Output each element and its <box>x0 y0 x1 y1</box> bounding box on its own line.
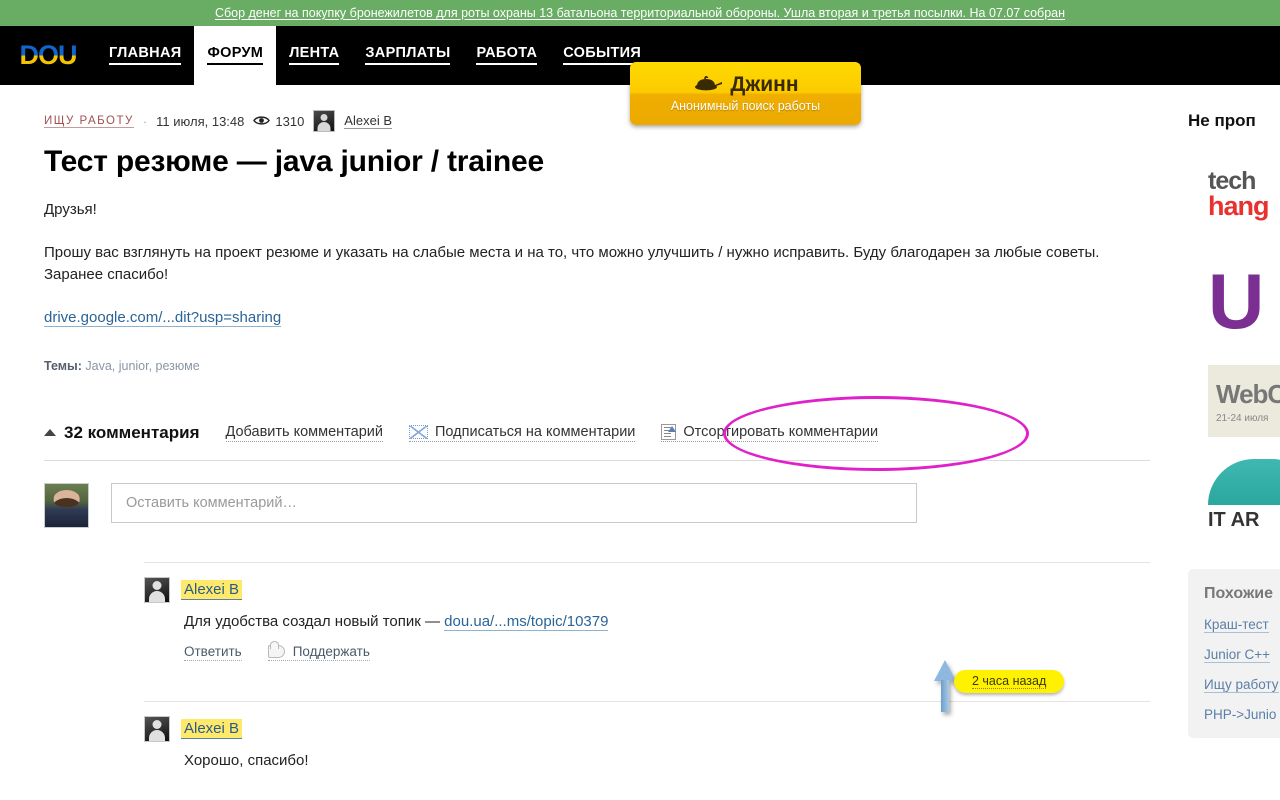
divider <box>144 561 1150 563</box>
collapse-comments-caret-icon[interactable] <box>44 429 56 436</box>
comment-text-content: Для удобства создал новый топик — <box>184 612 445 630</box>
author-avatar <box>313 110 336 132</box>
subscribe-comments-link[interactable]: Подписаться на комментарии <box>409 423 636 442</box>
post-paragraph-body: Прошу вас взглянуть на проект резюме и у… <box>44 243 1100 284</box>
meta-separator: · <box>142 113 148 129</box>
sort-label: Отсортировать комментарии <box>683 423 879 440</box>
promo-tech-hangout[interactable]: tech hang <box>1208 153 1280 237</box>
comment-item: Alexei B Хорошо, спасибо! <box>44 715 1180 769</box>
nav-item-salaries[interactable]: ЗАРПЛАТЫ <box>352 26 463 85</box>
promo-u-best[interactable]: U <box>1208 259 1280 343</box>
nav-item-jobs[interactable]: РАБОТА <box>463 26 550 85</box>
support-link[interactable]: Поддержать <box>267 640 370 661</box>
comment-item: Alexei B Для удобства создал новый топик… <box>44 576 1180 661</box>
promo-line-1: WebC <box>1216 378 1280 409</box>
post-resume-link[interactable]: drive.google.com/...dit?usp=sharing <box>44 309 282 327</box>
comments-count-label: 32 комментария <box>64 422 200 442</box>
nav-label: ЛЕНТА <box>289 45 340 65</box>
support-label: Поддержать <box>292 643 370 659</box>
main-column: ИЩУ РАБОТУ · 11 июля, 13:48 1310 Alexei … <box>0 85 1180 800</box>
right-sidebar: Не проп tech hang U WebC 21-24 июля IT A… <box>1180 85 1280 800</box>
comment-input[interactable] <box>111 482 917 523</box>
reply-label: Ответить <box>184 643 242 659</box>
similar-topic-link[interactable]: Краш-тест <box>1204 617 1269 633</box>
nav-label: ФОРУМ <box>207 45 264 65</box>
similar-topic-link[interactable]: Ищу работу <box>1204 677 1279 693</box>
comment-separator-2 <box>44 700 1180 702</box>
promo-line-2: 21-24 июля <box>1216 412 1269 424</box>
subscribe-label: Подписаться на комментарии <box>435 423 636 440</box>
similar-topic-link[interactable]: Junior C++ <box>1204 647 1271 663</box>
mail-icon <box>409 424 428 439</box>
comment-header: Alexei B <box>144 715 1180 742</box>
promo-it-arena[interactable]: IT AR <box>1208 459 1280 543</box>
comment-separator-1 <box>44 561 1180 563</box>
comment-inline-link[interactable]: dou.ua/...ms/topic/10379 <box>444 612 609 631</box>
dou-logo[interactable]: DOU <box>0 26 96 85</box>
promo-text: U <box>1208 259 1264 343</box>
promo-webcamp[interactable]: WebC 21-24 июля <box>1208 365 1280 437</box>
comment-timestamp-badge: 2 часа назад <box>954 670 1065 693</box>
sort-icon <box>661 423 677 440</box>
comment-author-link[interactable]: Alexei B <box>181 718 243 739</box>
add-comment-label: Добавить комментарий <box>225 423 384 440</box>
post-topics: Темы: Java, junior, резюме <box>44 359 1180 373</box>
thumbs-up-icon <box>267 640 285 658</box>
page-title: Тест резюме — java junior / trainee <box>44 145 544 178</box>
divider <box>144 700 1150 702</box>
eye-icon <box>253 114 271 129</box>
nav-label: РАБОТА <box>476 45 538 65</box>
nav-label: ЗАРПЛАТЫ <box>365 45 451 65</box>
annotation-arrow-up <box>934 660 956 712</box>
arrow-shaft <box>941 680 949 712</box>
arrow-head <box>934 660 956 681</box>
donation-banner-text: Сбор денег на покупку бронежилетов для р… <box>214 6 1066 20</box>
page-body: ИЩУ РАБОТУ · 11 июля, 13:48 1310 Alexei … <box>0 85 1280 800</box>
post-author-link[interactable]: Alexei B <box>344 113 392 129</box>
sidebar-title: Не проп <box>1188 111 1256 130</box>
comment-timestamp: 2 часа назад <box>972 674 1047 689</box>
post-views-count: 1310 <box>275 113 305 129</box>
reply-link[interactable]: Ответить <box>184 644 242 661</box>
post-topics-label: Темы: <box>44 358 82 373</box>
post-paragraph-greeting: Друзья! <box>44 201 97 218</box>
post-category-link[interactable]: ИЩУ РАБОТУ <box>44 115 134 128</box>
promo-text: IT AR <box>1208 509 1260 531</box>
current-user-avatar <box>44 482 89 528</box>
it-arena-dome-icon <box>1208 459 1280 505</box>
nav-item-forum[interactable]: ФОРУМ <box>194 26 277 85</box>
donation-banner[interactable]: Сбор денег на покупку бронежилетов для р… <box>0 0 1280 26</box>
site-navigation: DOU ГЛАВНАЯ ФОРУМ ЛЕНТА ЗАРПЛАТЫ РАБОТА … <box>0 26 1280 125</box>
comment-header: Alexei B <box>144 576 1180 603</box>
nav-label: СОБЫТИЯ <box>563 45 642 65</box>
comment-actions: Ответить Поддержать <box>184 640 1180 661</box>
comment-author-avatar <box>144 715 170 742</box>
comment-text: Для удобства создал новый топик — dou.ua… <box>184 612 1180 631</box>
nav-label: ГЛАВНАЯ <box>109 45 182 65</box>
similar-topic-link[interactable]: PHP->Junio <box>1204 707 1276 722</box>
similar-topics-box: Похожие Краш-тест Junior C++ Ищу работу … <box>1188 569 1280 738</box>
comments-divider <box>44 459 1150 461</box>
comment-author-link[interactable]: Alexei B <box>181 579 243 600</box>
comments-count: 32 комментария <box>44 423 200 443</box>
post-date: 11 июля, 13:48 <box>156 113 245 129</box>
sort-comments-link[interactable]: Отсортировать комментарии <box>661 423 879 442</box>
promo-line-2: hang <box>1208 191 1269 222</box>
comment-author-avatar <box>144 576 170 603</box>
add-comment-link[interactable]: Добавить комментарий <box>225 423 384 442</box>
similar-topics-title: Похожие <box>1204 585 1274 602</box>
post-views: 1310 <box>253 114 304 129</box>
nav-item-feed[interactable]: ЛЕНТА <box>276 26 352 85</box>
comments-toolbar: 32 комментария Добавить комментарий Подп… <box>44 395 1180 471</box>
post-meta: ИЩУ РАБОТУ · 11 июля, 13:48 1310 Alexei … <box>44 110 1180 132</box>
nav-item-main[interactable]: ГЛАВНАЯ <box>96 26 194 85</box>
comment-form <box>44 482 1180 528</box>
comment-text: Хорошо, спасибо! <box>184 751 309 769</box>
post-topics-value[interactable]: Java, junior, резюме <box>85 359 199 373</box>
